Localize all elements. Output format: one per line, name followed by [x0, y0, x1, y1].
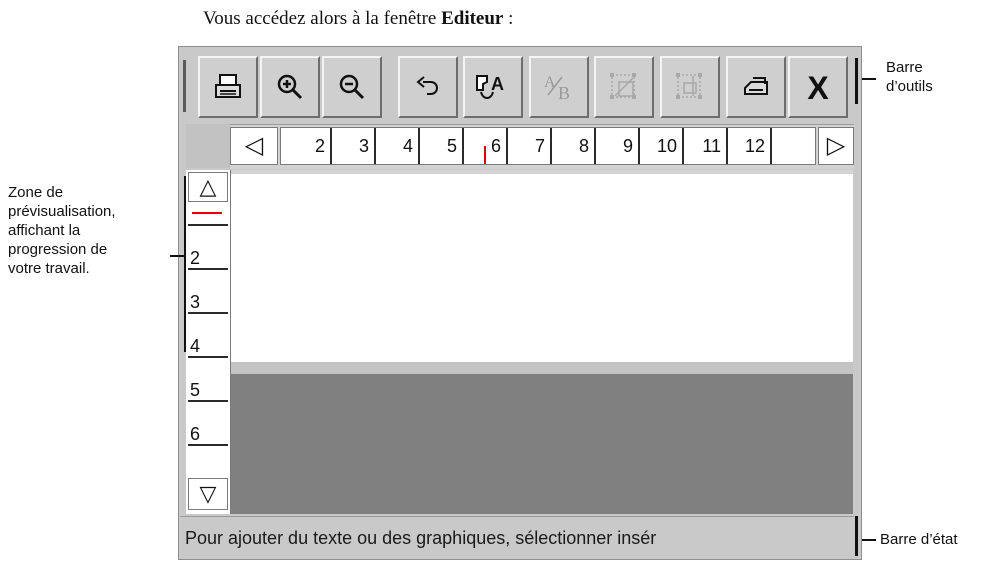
vruler-tick: 5: [188, 358, 228, 402]
arrow-right-icon: ▷: [826, 132, 846, 159]
text-style-icon: A: [476, 74, 504, 99]
text-size-letter-b: B: [558, 83, 570, 103]
statusbar-callout-bracket: [855, 516, 858, 556]
preview-callout-line4: progression de: [8, 241, 108, 258]
ruler-tick: 3: [332, 128, 376, 164]
ruler-scroll-right[interactable]: ▷: [818, 127, 854, 165]
vruler-tick: 4: [188, 314, 228, 358]
arrow-up-icon: △: [199, 174, 217, 199]
print-button[interactable]: [198, 56, 258, 118]
ruler-tick: 12: [728, 128, 772, 164]
ruler-tick: 9: [596, 128, 640, 164]
preview-callout-line3: affichant la: [8, 222, 81, 239]
vruler-tick: 2: [188, 226, 228, 270]
text-size-icon: A B: [544, 74, 570, 103]
intro-prefix: Vous accédez alors à la fenêtre: [203, 8, 442, 29]
preview-callout: Zone de prévisualisation, affichant la p…: [8, 183, 116, 278]
ruler-tick: 11: [684, 128, 728, 164]
ruler-tick: 5: [420, 128, 464, 164]
ruler-scroll-left[interactable]: ◁: [230, 127, 278, 165]
close-letter: X: [807, 70, 829, 104]
transfer-button[interactable]: [726, 56, 786, 118]
graphic-resize-button[interactable]: [594, 56, 654, 118]
undo-button[interactable]: [398, 56, 458, 118]
graphic-resize-icon: [610, 73, 636, 99]
arrow-down-icon: ▽: [199, 481, 217, 506]
ruler-tick: 8: [552, 128, 596, 164]
vruler-tick: 6: [188, 402, 228, 446]
preview-page-edge: [231, 362, 853, 374]
text-size-button[interactable]: A B: [529, 56, 589, 118]
toolbar-callout-line1: Barre: [886, 59, 923, 76]
preview-callout-line2: prévisualisation,: [8, 203, 116, 220]
preview-pasteboard: [231, 374, 853, 514]
graphic-move-icon: [676, 73, 702, 99]
vruler-tick: 3: [188, 270, 228, 314]
ruler-tick: 4: [376, 128, 420, 164]
ruler-tick: 10: [640, 128, 684, 164]
zoom-out-button[interactable]: [322, 56, 382, 118]
ruler-corner: [186, 124, 230, 168]
close-icon: X: [807, 70, 829, 104]
intro-text: Vous accédez alors à la fenêtre Editeur …: [203, 8, 513, 30]
ruler-cursor-marker: [484, 146, 486, 164]
close-button[interactable]: X: [788, 56, 848, 118]
text-style-button[interactable]: A: [463, 56, 523, 118]
transfer-icon: [744, 77, 768, 95]
toolbar-callout-line: [862, 78, 876, 80]
graphic-move-button[interactable]: [660, 56, 720, 118]
zoom-in-button[interactable]: [260, 56, 320, 118]
preview-callout-bracket: [184, 176, 186, 352]
toolbar-callout-line2: d’outils: [886, 78, 933, 95]
toolbar-grip: [183, 60, 186, 112]
vruler-cursor-marker: [192, 212, 222, 214]
text-style-letter: A: [491, 74, 504, 94]
ruler-tick: 7: [508, 128, 552, 164]
ruler-tick: 6: [464, 128, 508, 164]
status-bar: Pour ajouter du texte ou des graphiques,…: [180, 516, 854, 558]
ruler-tick: 2: [288, 128, 332, 164]
zoom-out-icon: [339, 74, 365, 100]
toolbar-callout: Barre d’outils: [886, 58, 933, 96]
zoom-in-icon: [277, 74, 303, 100]
undo-icon: [416, 76, 438, 95]
vruler-scroll-down[interactable]: ▽: [188, 478, 228, 510]
toolbar-callout-bracket: [855, 58, 858, 104]
preview-callout-line1: Zone de: [8, 184, 64, 201]
printer-icon: [215, 74, 241, 98]
arrow-left-icon: ◁: [244, 132, 264, 159]
preview-callout-line: [170, 255, 184, 257]
window-name: Editeur: [441, 8, 504, 29]
statusbar-callout: Barre d’état: [880, 531, 958, 548]
text-size-letter-a: A: [544, 74, 556, 91]
intro-suffix: :: [503, 8, 514, 29]
vruler-scroll-up[interactable]: △: [188, 172, 228, 202]
statusbar-callout-line: [862, 539, 876, 541]
preview-page[interactable]: [231, 170, 853, 362]
preview-callout-line5: votre travail.: [8, 260, 90, 277]
